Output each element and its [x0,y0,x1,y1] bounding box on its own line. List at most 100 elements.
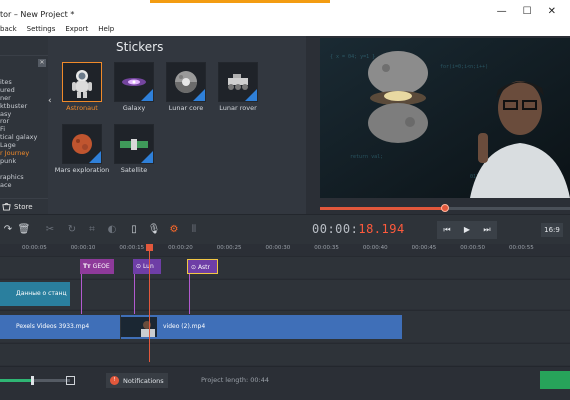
notifications-button[interactable]: ! Notifications [106,373,168,388]
timeline-playhead[interactable] [146,244,153,362]
sticker-tile-lunar-core[interactable] [166,62,206,102]
astronaut-icon [72,70,92,98]
track-text [0,279,570,309]
clip-link-line [134,274,135,314]
title-clip-icon: Tт [83,263,93,270]
store-icon [2,202,11,211]
aspect-ratio-button[interactable]: 16:9 [541,223,563,237]
zoom-handle[interactable] [30,376,34,385]
ruler-tick-label: 00:00:05 [22,245,47,251]
sticker-tile-galaxy[interactable] [114,62,154,102]
ruler-tick-label: 00:00:40 [362,245,388,251]
title-clip[interactable]: Tт GEOE [80,259,114,274]
sticker-category-panel: ✕ ites ured ner ktbuster asy ror Fi tical galax… [0,36,48,214]
title-accent-bar [150,0,330,3]
progress-fill [320,207,445,210]
menu-help[interactable]: Help [98,25,114,33]
clip-link-line [189,274,190,314]
video-preview[interactable]: { x = 04; y=1 } for(i=0;i<n;i++) return v… [320,38,570,198]
menu-bar: back Settings Export Help [0,22,570,36]
category-item[interactable]: punk [0,157,37,166]
edit-toolbar: ↷ 🗑 ✂ ↻ ⌗ ◐ ▯ 🎙 ⚙ ⦀ 00:00:18.194 ⏮ ▶ ⏭ 1… [0,214,570,244]
menu-settings[interactable]: Settings [27,25,56,33]
video-clip-label: video (2).mp4 [163,323,206,330]
ruler-tick-label: 00:00:20 [168,245,193,251]
ruler-tick-label: 00:00:15 [119,245,145,251]
close-panel-icon[interactable]: ✕ [38,59,46,67]
ruler-tick-label: 00:00:25 [216,245,242,251]
download-badge-icon [89,151,101,163]
download-badge-icon [141,151,153,163]
category-item[interactable]: ror [0,118,37,126]
video-clip-thumbnail [121,317,157,337]
playhead-handle[interactable] [146,244,153,251]
download-badge-icon [141,89,153,101]
sticker-label-lunar-rover: Lunar rover [219,104,257,112]
progress-handle[interactable] [441,204,449,212]
play-button[interactable]: ▶ [457,221,477,239]
sticker-clip-label: Astr [197,264,210,271]
video-thumbnail-image [121,317,157,337]
ruler-tick-label: 00:00:55 [509,245,534,251]
skip-forward-button[interactable]: ⏭ [477,221,497,239]
sticker-label-satellite: Satellite [120,166,148,174]
zoom-fit-icon[interactable] [66,376,75,385]
text-clip-label: Данные о станц [16,290,67,297]
close-button[interactable]: ✕ [548,6,556,17]
sticker-label-mars-exploration: Mars exploration [54,166,110,174]
timeline-ruler[interactable]: 00:00:05 00:00:10 00:00:15 00:00:20 00:00:25… [0,244,570,254]
timeline-zoom-slider[interactable] [0,376,70,385]
preview-progress-bar[interactable] [320,204,570,212]
zoom-fill [0,379,32,382]
notification-alert-icon: ! [110,376,119,385]
export-button[interactable] [540,371,570,389]
microphone-icon[interactable]: 🎙 [146,222,162,238]
skip-back-button[interactable]: ⏮ [437,221,457,239]
ruler-tick-label: 00:00:30 [265,245,291,251]
store-button[interactable]: Store [0,198,48,214]
track-audio [0,343,570,365]
settings-gear-icon[interactable]: ⚙ [166,222,182,238]
video-clip-label: Pexels Videos 3933.mp4 [16,323,90,330]
title-clip-label: GEOE [92,263,110,270]
svg-text:{ x = 04; y=1 }: { x = 04; y=1 } [330,54,375,60]
store-label: Store [14,202,33,211]
text-clip[interactable]: Данные о станц [0,282,70,306]
sticker-tile-satellite[interactable] [114,124,154,164]
video-clip-2[interactable]: video (2).mp4 [121,315,402,339]
status-bar: ! Notifications Project length: 00:44 [0,366,570,400]
equalizer-icon[interactable]: ⦀ [186,222,202,238]
sticker-clip-icon: ⊙ [191,264,198,271]
category-item[interactable]: ace [0,181,37,190]
sticker-tile-astronaut[interactable] [62,62,102,102]
video-editor-window: tor – New Project * — ☐ ✕ back Settings … [0,0,570,400]
window-controls: — ☐ ✕ [497,6,570,17]
video-clip-1[interactable]: Pexels Videos 3933.mp4 [0,315,120,339]
clip-properties-icon[interactable]: ▯ [126,222,142,238]
color-adjust-icon[interactable]: ◐ [104,222,120,238]
window-title: tor – New Project * [0,10,75,19]
delete-icon[interactable]: 🗑 [16,222,32,238]
sticker-tile-mars-exploration[interactable] [62,124,102,164]
maximize-button[interactable]: ☐ [523,6,532,17]
ruler-tick-label: 00:00:35 [314,245,339,251]
cut-icon[interactable]: ✂ [42,222,58,238]
sticker-clip-lunar[interactable]: ⊙ Lun [133,259,161,274]
category-list: ites ured ner ktbuster asy ror Fi tical galaxy L… [0,78,37,190]
sticker-clip-astronaut[interactable]: ⊙ Astr [187,259,218,274]
sticker-label-astronaut: Astronaut [66,104,98,112]
download-badge-icon [193,89,205,101]
clip-link-line [81,274,82,314]
menu-playback[interactable]: back [0,25,17,33]
project-length: Project length: 00:44 [201,376,270,384]
ruler-tick-label: 00:00:50 [460,245,485,251]
redo-icon[interactable]: ↷ [0,222,16,238]
svg-text:for(i=0;i<n;i++): for(i=0;i<n;i++) [440,64,488,70]
minimize-button[interactable]: — [497,6,507,17]
download-badge-icon [245,89,257,101]
crop-icon[interactable]: ⌗ [84,222,100,238]
rotate-icon[interactable]: ↻ [64,222,80,238]
menu-export[interactable]: Export [65,25,88,33]
notifications-label: Notifications [123,376,164,385]
sticker-tile-lunar-rover[interactable] [218,62,258,102]
